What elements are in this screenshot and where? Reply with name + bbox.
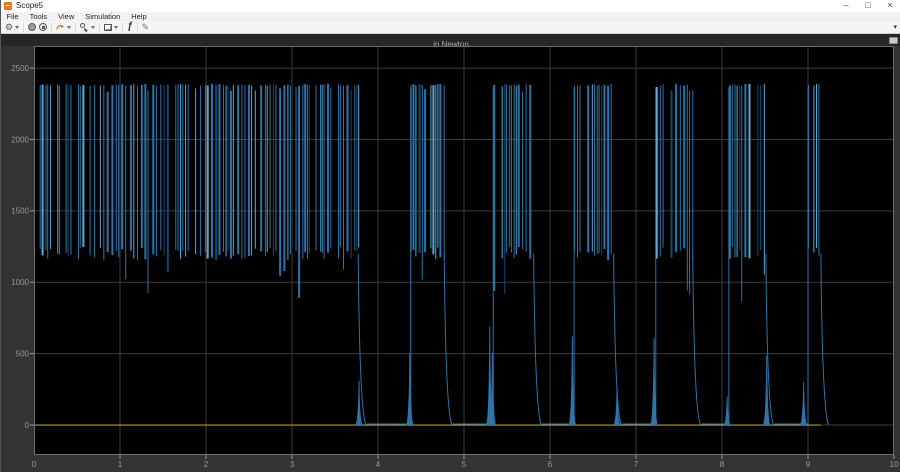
menu-item-tools[interactable]: Tools <box>24 12 53 21</box>
svg-text:0: 0 <box>32 460 37 469</box>
scale-axes-icon <box>104 24 112 31</box>
toolbar-separator <box>99 23 100 32</box>
svg-text:7: 7 <box>634 460 639 469</box>
trigger-button[interactable]: ƒ <box>125 22 135 33</box>
scale-axes-button[interactable] <box>102 22 120 33</box>
svg-text:1000: 1000 <box>11 278 29 287</box>
scope-app-icon <box>4 2 12 10</box>
menu-item-view[interactable]: View <box>53 12 80 21</box>
zoom-button[interactable] <box>78 22 97 33</box>
chevron-down-icon <box>67 26 71 29</box>
toolbar-overflow-icon[interactable]: ▾ <box>893 23 897 31</box>
step-forward-button[interactable] <box>54 22 73 33</box>
svg-text:500: 500 <box>16 349 30 358</box>
menubar: File Tools View Simulation Help <box>1 12 900 21</box>
measurements-button[interactable]: ✎ <box>140 22 152 33</box>
titlebar: Scope5 – □ × <box>1 0 900 12</box>
menu-item-help[interactable]: Help <box>126 12 152 21</box>
settings-button[interactable]: ⚙ <box>3 22 21 33</box>
scope-plot-canvas[interactable]: 0 500 1000 1500 2000 2500 0 1 2 3 4 5 6 7 8 9 10 <box>1 46 900 472</box>
measurements-icon: ✎ <box>142 22 150 32</box>
toolbar-separator <box>137 23 138 32</box>
zoom-icon <box>80 23 89 32</box>
svg-text:2000: 2000 <box>11 135 29 144</box>
toolbar-separator <box>122 23 123 32</box>
svg-text:2500: 2500 <box>11 64 29 73</box>
menu-item-simulation[interactable]: Simulation <box>80 12 126 21</box>
svg-text:2: 2 <box>204 460 209 469</box>
svg-text:1500: 1500 <box>11 207 29 216</box>
svg-text:10: 10 <box>890 460 899 469</box>
toolbar-separator <box>51 23 52 32</box>
svg-text:8: 8 <box>720 460 725 469</box>
svg-text:1: 1 <box>118 460 123 469</box>
run-icon <box>28 23 36 31</box>
toolbar-separator <box>75 23 76 32</box>
svg-text:6: 6 <box>548 460 553 469</box>
step-forward-icon <box>56 23 65 31</box>
minimize-button[interactable]: – <box>835 0 857 12</box>
stop-icon <box>39 23 47 31</box>
gear-icon: ⚙ <box>5 22 13 32</box>
window-title: Scope5 <box>16 0 43 12</box>
toolbar: ⚙ ƒ ✎ <box>1 21 900 34</box>
display-title-strip: in Newton <box>1 34 900 46</box>
svg-text:4: 4 <box>376 460 381 469</box>
svg-text:9: 9 <box>806 460 811 469</box>
maximize-button[interactable]: □ <box>857 0 879 12</box>
toolbar-separator <box>23 23 24 32</box>
chevron-down-icon <box>91 26 95 29</box>
scope-display-area: in Newton 0 500 1000 1500 2000 2500 0 1 2 3 4 5 6 7 8 9… <box>1 34 900 472</box>
menu-item-file[interactable]: File <box>1 12 24 21</box>
chevron-down-icon <box>15 26 19 29</box>
svg-text:3: 3 <box>290 460 295 469</box>
svg-text:5: 5 <box>462 460 467 469</box>
scope-window: Scope5 – □ × File Tools View Simulation … <box>0 0 900 472</box>
close-button[interactable]: × <box>879 0 900 12</box>
trigger-icon: ƒ <box>127 22 133 32</box>
axes-maximize-icon[interactable] <box>889 37 898 44</box>
chevron-down-icon <box>114 26 118 29</box>
svg-text:0: 0 <box>25 421 30 430</box>
run-button[interactable] <box>26 22 49 33</box>
